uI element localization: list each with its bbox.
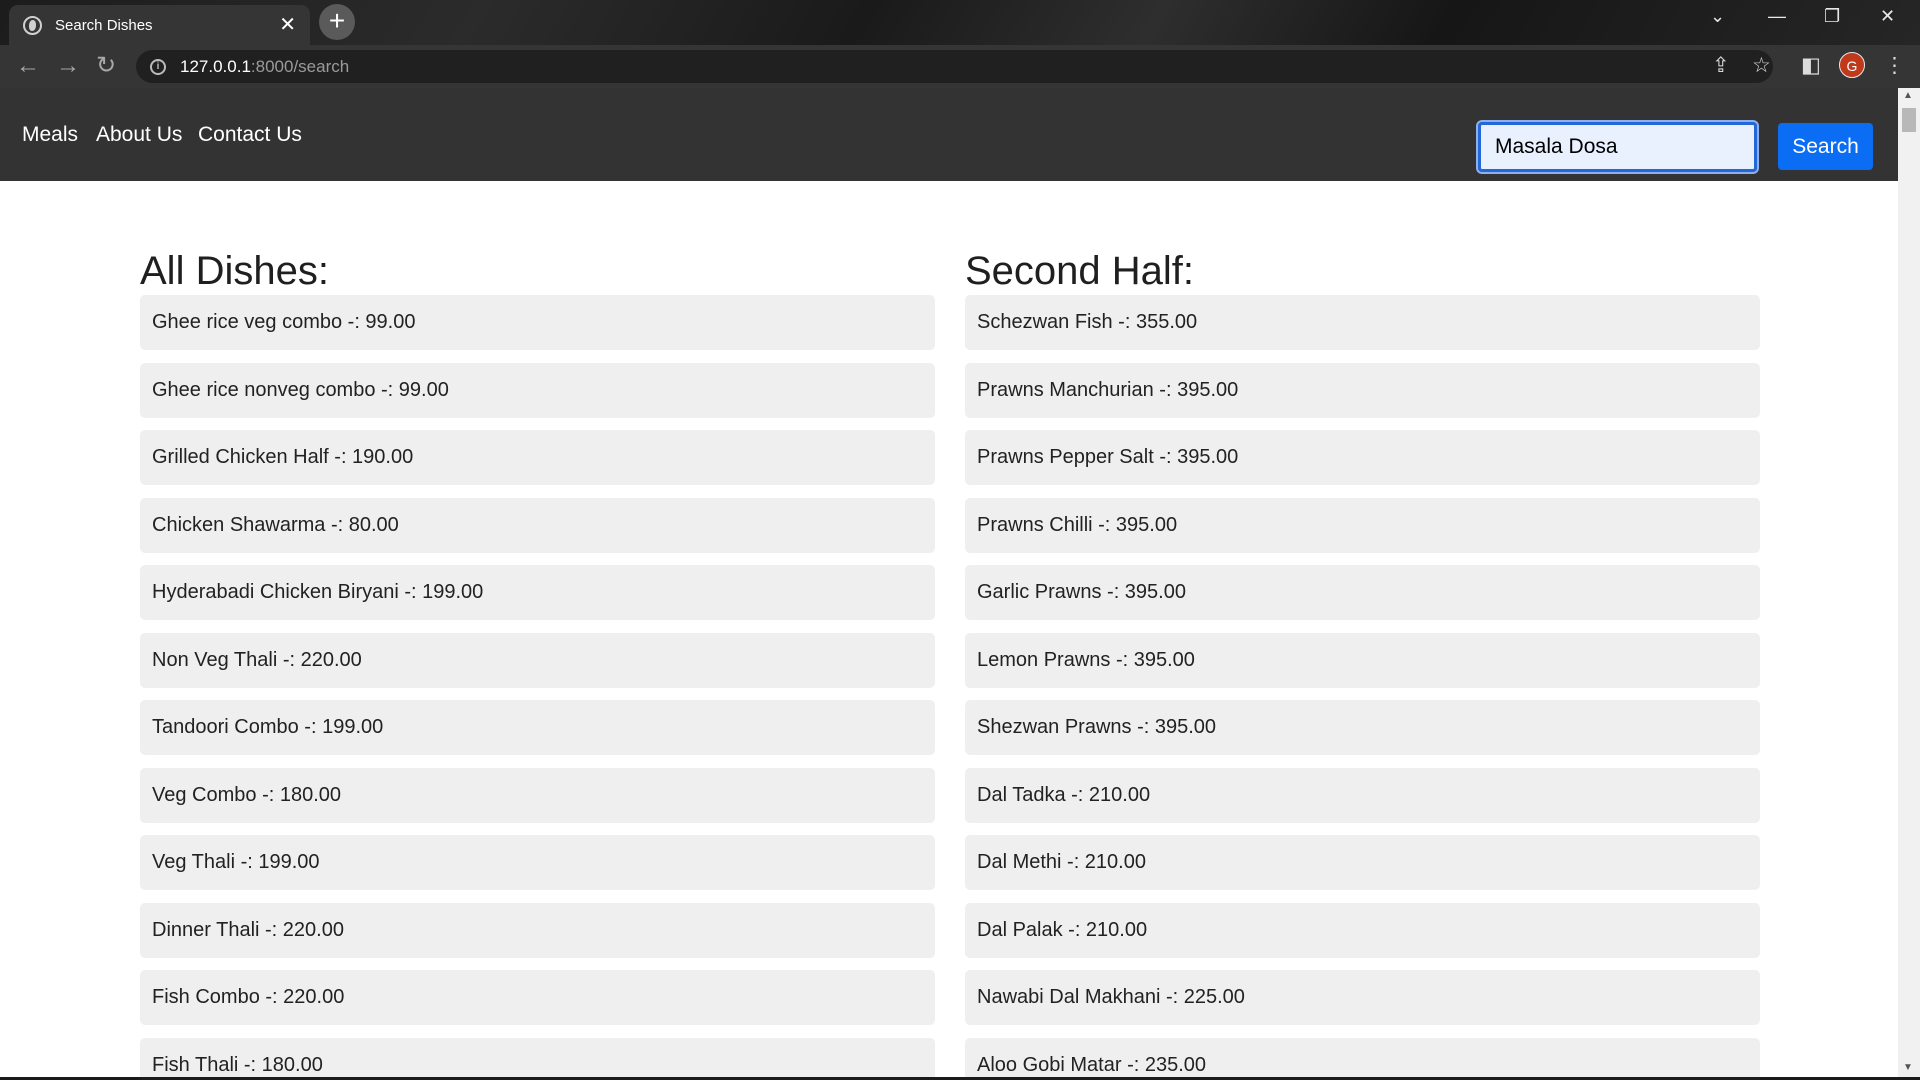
all-dishes-column: All Dishes: Ghee rice veg combo -: 99.00…: [140, 238, 935, 1077]
dish-item: Dinner Thali -: 220.00: [140, 902, 935, 958]
dish-item: Nawabi Dal Makhani -: 225.00: [965, 970, 1760, 1025]
tab-title: Search Dishes: [55, 16, 153, 34]
dish-item: Veg Combo -: 180.00: [140, 767, 935, 823]
dish-item: Schezwan Fish -: 355.00: [965, 295, 1760, 350]
dish-item: Aloo Gobi Matar -: 235.00: [965, 1037, 1760, 1077]
side-panel-icon[interactable]: ◧: [1801, 53, 1821, 79]
dish-item: Dal Tadka -: 210.00: [965, 767, 1760, 823]
site-info-icon[interactable]: i: [150, 58, 166, 75]
new-tab-button[interactable]: +: [319, 4, 355, 40]
restore-icon[interactable]: ❐: [1824, 6, 1840, 27]
tab-search-chevron-icon[interactable]: ⌄: [1710, 6, 1725, 27]
page-viewport: Meals About Us Contact Us Search All Dis…: [0, 88, 1898, 1077]
dish-item: Prawns Pepper Salt -: 395.00: [965, 430, 1760, 485]
page-scrollbar[interactable]: ▲ ▼: [1898, 88, 1920, 1077]
reload-icon[interactable]: ↻: [96, 51, 116, 81]
close-window-icon[interactable]: ✕: [1880, 6, 1895, 27]
second-half-heading: Second Half:: [965, 249, 1195, 293]
dish-item: Fish Thali -: 180.00: [140, 1037, 935, 1077]
browser-toolbar: ← → ↻ i 127.0.0.1 :8000/search ⇪ ☆ ◧ ⋮: [0, 45, 1920, 88]
dish-item: Ghee rice veg combo -: 99.00: [140, 295, 935, 350]
dish-item: Garlic Prawns -: 395.00: [965, 565, 1760, 620]
menu-kebab-icon[interactable]: ⋮: [1884, 53, 1905, 79]
nav-link-contact-us[interactable]: Contact Us: [198, 123, 302, 147]
dish-item: Ghee rice nonveg combo -: 99.00: [140, 362, 935, 418]
second-half-column: Second Half: Schezwan Fish -: 355.00 Pra…: [965, 238, 1760, 1077]
nav-link-meals[interactable]: Meals: [22, 123, 78, 147]
dish-item: Prawns Manchurian -: 395.00: [965, 362, 1760, 418]
all-dishes-heading: All Dishes:: [140, 249, 329, 293]
back-icon[interactable]: ←: [16, 51, 40, 81]
dish-item: Lemon Prawns -: 395.00: [965, 632, 1760, 688]
close-tab-icon[interactable]: ✕: [279, 15, 296, 35]
dish-item: Grilled Chicken Half -: 190.00: [140, 430, 935, 485]
address-bar[interactable]: i 127.0.0.1 :8000/search: [136, 50, 1773, 83]
dish-item: Dal Methi -: 210.00: [965, 835, 1760, 890]
scrollbar-thumb[interactable]: [1902, 108, 1916, 132]
url-path: :8000/search: [250, 56, 350, 76]
dish-item: Prawns Chilli -: 395.00: [965, 497, 1760, 553]
search-input[interactable]: [1476, 120, 1759, 174]
browser-tab[interactable]: Search Dishes ✕: [9, 5, 310, 45]
dish-item: Chicken Shawarma -: 80.00: [140, 497, 935, 553]
dish-item: Fish Combo -: 220.00: [140, 970, 935, 1025]
share-icon[interactable]: ⇪: [1712, 53, 1730, 79]
dish-item: Hyderabadi Chicken Biryani -: 199.00: [140, 565, 935, 620]
dish-item: Dal Palak -: 210.00: [965, 902, 1760, 958]
scroll-down-arrow-icon[interactable]: ▼: [1903, 1062, 1913, 1073]
browser-tab-bar: Search Dishes ✕ + ⌄ — ❐ ✕: [0, 0, 1920, 45]
dish-item: Non Veg Thali -: 220.00: [140, 632, 935, 688]
dish-item: Veg Thali -: 199.00: [140, 835, 935, 890]
profile-avatar[interactable]: G: [1839, 52, 1865, 78]
globe-icon: [23, 15, 42, 35]
search-button[interactable]: Search: [1778, 123, 1873, 170]
bookmark-star-icon[interactable]: ☆: [1752, 53, 1771, 79]
url-host: 127.0.0.1: [180, 56, 251, 76]
nav-link-about-us[interactable]: About Us: [96, 123, 182, 147]
dish-item: Tandoori Combo -: 199.00: [140, 700, 935, 755]
forward-icon[interactable]: →: [56, 51, 80, 81]
dish-item: Shezwan Prawns -: 395.00: [965, 700, 1760, 755]
minimize-icon[interactable]: —: [1768, 6, 1786, 27]
site-navbar: Meals About Us Contact Us Search: [0, 88, 1898, 181]
scroll-up-arrow-icon[interactable]: ▲: [1903, 90, 1913, 101]
